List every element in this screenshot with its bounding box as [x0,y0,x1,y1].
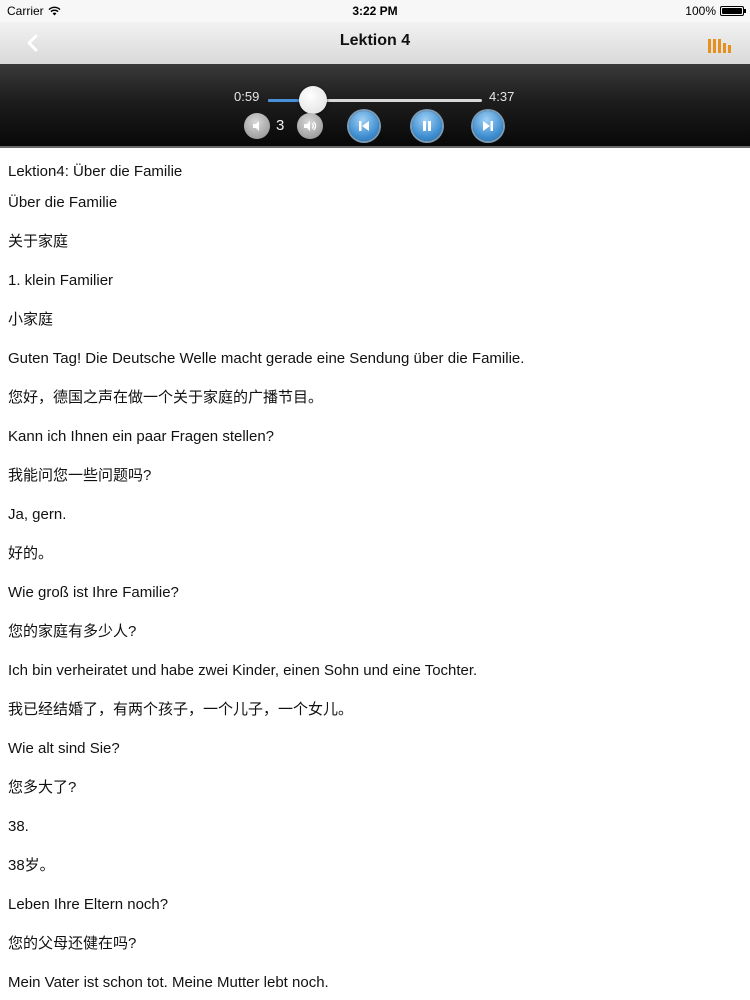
status-time: 3:22 PM [352,4,398,18]
skip-next-icon [483,121,493,131]
lesson-heading: Lektion4: Über die Familie [8,163,183,180]
page-title: Lektion 4 [339,32,411,49]
audio-player: 0:59 4:37 3 [0,64,750,148]
navigation-bar: Lektion 4 [0,22,750,64]
lesson-line: Ja, gern. [8,506,67,523]
total-time: 4:37 [489,89,515,104]
battery-indicator: 100% [685,4,746,18]
pause-button[interactable] [412,111,442,141]
volume-down-button[interactable] [244,113,270,139]
progress-slider[interactable] [268,86,482,114]
battery-percent: 100% [685,4,716,18]
lesson-line: 您好，德国之声在做一个关于家庭的广播节目。 [8,389,324,406]
library-button[interactable] [708,35,734,53]
lesson-line: Wie alt sind Sie? [8,740,120,757]
lesson-line: Ich bin verheiratet und habe zwei Kinder… [8,662,478,679]
lesson-line: 好的。 [8,545,54,562]
progress-thumb[interactable] [298,86,327,114]
lesson-lines: Über die Familie 关于家庭 1. klein Familier 小家庭… [8,193,524,1000]
lesson-content: Lektion4: Über die Familie Über die Fami… [0,148,750,1000]
volume-up-icon [304,121,317,131]
pause-icon [423,121,431,131]
library-bars-icon [708,39,711,53]
lesson-line: 您多大了? [8,779,77,796]
lesson-line: 您的家庭有多少人? [8,623,137,640]
lesson-line: Über die Familie [8,194,118,211]
lesson-line: Kann ich Ihnen ein paar Fragen stellen? [8,428,275,445]
status-bar: Carrier 3:22 PM 100% [0,0,750,22]
lesson-line: 关于家庭 [8,233,69,250]
lesson-line: 您的父母还健在吗? [8,935,137,952]
lesson-line: 1. klein Familier [8,272,114,289]
lesson-line: Leben Ihre Eltern noch? [8,896,169,913]
lesson-line: 我已经结婚了，有两个孩子，一个儿子，一个女儿。 [8,701,354,718]
elapsed-time: 0:59 [234,89,260,104]
volume-level: 3 [276,117,285,134]
next-track-button[interactable] [473,111,503,141]
lesson-line: Mein Vater ist schon tot. Meine Mutter l… [8,974,329,991]
battery-icon [720,6,746,16]
lesson-line: 38. [8,818,29,835]
previous-track-button[interactable] [349,111,379,141]
lesson-line: 38岁。 [8,857,55,874]
skip-previous-icon [359,121,369,131]
lesson-line: Wie groß ist Ihre Familie? [8,584,179,601]
volume-down-icon [253,121,259,131]
volume-up-button[interactable] [297,113,323,139]
lesson-line: Guten Tag! Die Deutsche Welle macht gera… [8,350,525,367]
lesson-line: 小家庭 [8,311,54,328]
lesson-line: 我能问您一些问题吗? [8,467,152,484]
